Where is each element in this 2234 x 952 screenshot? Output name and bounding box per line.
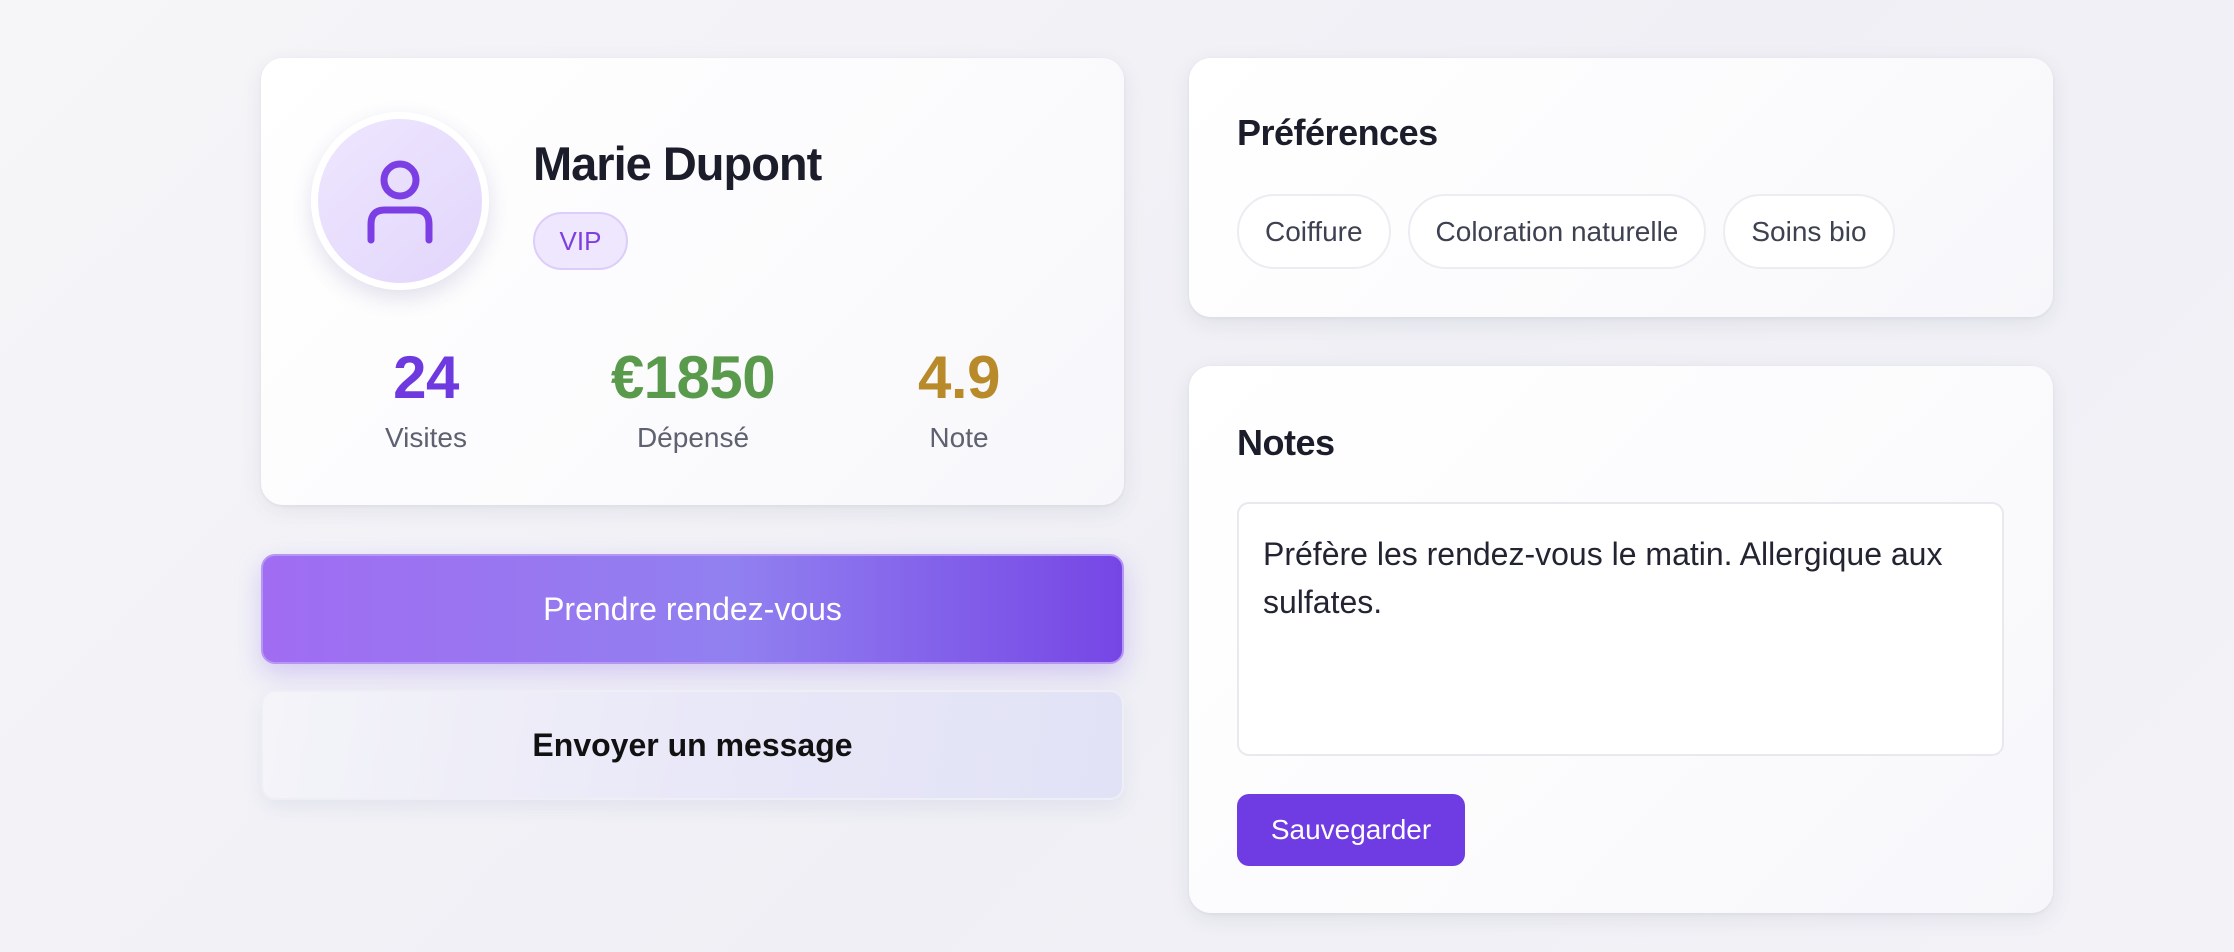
preference-tags: Coiffure Coloration naturelle Soins bio <box>1237 194 1895 269</box>
preference-tag: Soins bio <box>1723 194 1895 269</box>
client-name: Marie Dupont <box>533 137 822 190</box>
notes-textarea[interactable]: Préfère les rendez-vous le matin. Allerg… <box>1237 502 2004 756</box>
stat-spent: €1850 Dépensé <box>573 348 813 454</box>
preference-tag: Coiffure <box>1237 194 1391 269</box>
stat-rating: 4.9 Note <box>839 348 1079 454</box>
avatar <box>311 112 489 290</box>
stat-visits-label: Visites <box>385 422 467 453</box>
preferences-title: Préférences <box>1237 112 1438 153</box>
vip-badge: VIP <box>533 212 628 270</box>
stat-spent-value: €1850 <box>610 344 776 411</box>
notes-title: Notes <box>1237 422 1335 463</box>
stat-visits: 24 Visites <box>306 348 546 454</box>
stat-visits-value: 24 <box>393 344 459 411</box>
send-message-button[interactable]: Envoyer un message <box>261 690 1124 800</box>
user-icon <box>367 160 433 244</box>
notes-card: Notes Préfère les rendez-vous le matin. … <box>1189 366 2053 913</box>
book-appointment-button[interactable]: Prendre rendez-vous <box>261 554 1124 664</box>
stat-spent-label: Dépensé <box>636 422 750 453</box>
preference-tag: Coloration naturelle <box>1407 194 1707 269</box>
client-profile-card: Marie Dupont VIP 24 Visites €1850 Dépens… <box>261 58 1124 505</box>
stat-rating-label: Note <box>929 422 989 453</box>
preferences-card: Préférences Coiffure Coloration naturell… <box>1189 58 2053 317</box>
stat-rating-value: 4.9 <box>918 344 1000 411</box>
save-button[interactable]: Sauvegarder <box>1237 794 1465 866</box>
